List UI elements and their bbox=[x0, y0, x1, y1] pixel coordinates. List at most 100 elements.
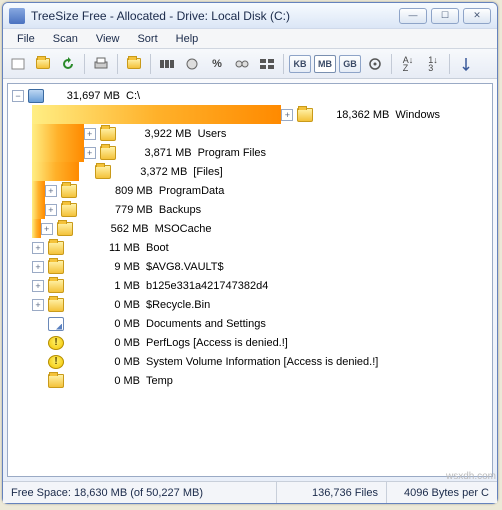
expand-toggle[interactable]: + bbox=[84, 128, 96, 140]
app-icon bbox=[9, 8, 25, 24]
row-size: 0 MB bbox=[70, 337, 146, 349]
percent-mode-button[interactable]: % bbox=[206, 53, 228, 75]
row-size: 31,697 MB bbox=[50, 90, 126, 102]
folder-icon bbox=[48, 298, 64, 312]
menu-help[interactable]: Help bbox=[168, 31, 207, 47]
row-size: 9 MB bbox=[70, 261, 146, 273]
size-bar bbox=[32, 200, 45, 219]
tree-row[interactable]: +11 MBBoot bbox=[8, 238, 492, 257]
expand-button[interactable] bbox=[455, 53, 477, 75]
app-window: TreeSize Free - Allocated - Drive: Local… bbox=[2, 2, 498, 504]
sort-name-button[interactable]: A↓Z bbox=[397, 53, 419, 75]
tree-row[interactable]: 0 MBDocuments and Settings bbox=[8, 314, 492, 333]
expand-toggle[interactable]: + bbox=[32, 299, 44, 311]
auto-unit-button[interactable] bbox=[364, 53, 386, 75]
folder-icon bbox=[61, 203, 77, 217]
expand-toggle[interactable]: + bbox=[32, 261, 44, 273]
tree-row[interactable]: +9 MB$AVG8.VAULT$ bbox=[8, 257, 492, 276]
row-size: 0 MB bbox=[70, 356, 146, 368]
menu-file[interactable]: File bbox=[9, 31, 43, 47]
expand-toggle[interactable]: + bbox=[281, 109, 293, 121]
folder-icon bbox=[61, 184, 77, 198]
size-bar bbox=[32, 105, 281, 124]
tree-row[interactable]: +562 MBMSOCache bbox=[8, 219, 492, 238]
tree-row[interactable]: !0 MBSystem Volume Information [Access i… bbox=[8, 352, 492, 371]
row-name: C:\ bbox=[126, 90, 140, 102]
toolbar-separator bbox=[150, 54, 151, 74]
unit-kb-button[interactable]: KB bbox=[289, 55, 311, 73]
expand-toggle bbox=[79, 166, 91, 178]
expand-toggle[interactable]: + bbox=[41, 223, 53, 235]
row-name: $AVG8.VAULT$ bbox=[146, 261, 224, 273]
refresh-button[interactable] bbox=[57, 53, 79, 75]
tree-row[interactable]: ! 0 MBPerfLogs [Access is denied.!] bbox=[8, 333, 492, 352]
toolbar-separator bbox=[84, 54, 85, 74]
size-bar bbox=[32, 181, 45, 200]
size-bar bbox=[32, 219, 41, 238]
row-size: 3,922 MB bbox=[122, 128, 198, 140]
size-bar bbox=[32, 162, 79, 181]
row-name: Boot bbox=[146, 242, 169, 254]
row-name: Program Files bbox=[198, 147, 266, 159]
tree-row[interactable]: 3,372 MB[Files] bbox=[8, 162, 492, 181]
tree-row[interactable]: +18,362 MBWindows bbox=[8, 105, 492, 124]
menu-view[interactable]: View bbox=[88, 31, 128, 47]
row-size: 562 MB bbox=[79, 223, 155, 235]
size-bar bbox=[32, 143, 84, 162]
row-name: Temp bbox=[146, 375, 173, 387]
row-name: PerfLogs [Access is denied.!] bbox=[146, 337, 288, 349]
status-cluster-size: 4096 Bytes per C bbox=[387, 482, 497, 503]
tree-row[interactable]: 0 MBTemp bbox=[8, 371, 492, 390]
tree-row[interactable]: +1 MBb125e331a421747382d4 bbox=[8, 276, 492, 295]
folder-icon bbox=[95, 165, 111, 179]
row-size: 11 MB bbox=[70, 242, 146, 254]
details-mode-button[interactable] bbox=[256, 53, 278, 75]
folder-icon bbox=[100, 146, 116, 160]
minimize-button[interactable]: — bbox=[399, 8, 427, 24]
allocated-mode-button[interactable] bbox=[181, 53, 203, 75]
expand-toggle[interactable]: + bbox=[32, 280, 44, 292]
tree-row[interactable]: +3,922 MBUsers bbox=[8, 124, 492, 143]
close-button[interactable]: ✕ bbox=[463, 8, 491, 24]
expand-toggle[interactable]: + bbox=[45, 185, 57, 197]
expand-toggle[interactable]: + bbox=[32, 242, 44, 254]
sort-size-button[interactable]: 1↓3 bbox=[422, 53, 444, 75]
tree-row[interactable]: +0 MB$Recycle.Bin bbox=[8, 295, 492, 314]
row-name: $Recycle.Bin bbox=[146, 299, 210, 311]
folder-icon bbox=[57, 222, 73, 236]
title-bar[interactable]: TreeSize Free - Allocated - Drive: Local… bbox=[3, 3, 497, 29]
status-free-space: Free Space: 18,630 MB (of 50,227 MB) bbox=[3, 482, 277, 503]
filecount-mode-button[interactable] bbox=[231, 53, 253, 75]
row-name: MSOCache bbox=[155, 223, 212, 235]
size-mode-button[interactable] bbox=[156, 53, 178, 75]
window-title: TreeSize Free - Allocated - Drive: Local… bbox=[31, 9, 399, 23]
tree-row[interactable]: +779 MBBackups bbox=[8, 200, 492, 219]
tree-row[interactable]: +3,871 MBProgram Files bbox=[8, 143, 492, 162]
explore-button[interactable] bbox=[123, 53, 145, 75]
row-size: 0 MB bbox=[70, 318, 146, 330]
menu-sort[interactable]: Sort bbox=[129, 31, 165, 47]
new-scan-button[interactable] bbox=[7, 53, 29, 75]
row-name: b125e331a421747382d4 bbox=[146, 280, 268, 292]
expand-toggle[interactable]: + bbox=[84, 147, 96, 159]
row-name: Documents and Settings bbox=[146, 318, 266, 330]
open-folder-button[interactable] bbox=[32, 53, 54, 75]
row-size: 3,871 MB bbox=[122, 147, 198, 159]
expand-toggle[interactable]: + bbox=[45, 204, 57, 216]
maximize-button[interactable]: ☐ bbox=[431, 8, 459, 24]
print-button[interactable] bbox=[90, 53, 112, 75]
collapse-toggle[interactable]: − bbox=[12, 90, 24, 102]
row-size: 3,372 MB bbox=[117, 166, 193, 178]
tree-view[interactable]: − 31,697 MB C:\ +18,362 MBWindows+3,922 … bbox=[7, 83, 493, 477]
unit-gb-button[interactable]: GB bbox=[339, 55, 361, 73]
toolbar-separator bbox=[117, 54, 118, 74]
warn-icon: ! bbox=[48, 336, 64, 350]
row-size: 0 MB bbox=[70, 299, 146, 311]
expand-toggle bbox=[32, 356, 44, 368]
link-icon bbox=[48, 317, 64, 331]
unit-mb-button[interactable]: MB bbox=[314, 55, 336, 73]
tree-root-row[interactable]: − 31,697 MB C:\ bbox=[8, 86, 492, 105]
tree-row[interactable]: +809 MBProgramData bbox=[8, 181, 492, 200]
row-size: 0 MB bbox=[70, 375, 146, 387]
menu-scan[interactable]: Scan bbox=[45, 31, 86, 47]
